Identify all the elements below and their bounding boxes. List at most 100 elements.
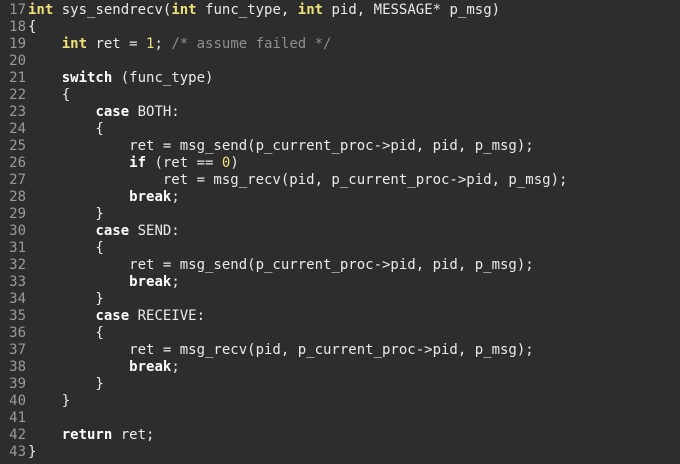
line-number: 25 (9, 138, 26, 154)
code-text: } (28, 376, 680, 393)
code-line[interactable]: 37 ret = msg_recv(pid, p_current_proc->p… (0, 342, 680, 359)
code-line[interactable]: 41 (0, 410, 680, 427)
code-token: SEND: (129, 223, 180, 239)
code-text: case SEND: (28, 223, 680, 240)
code-line[interactable]: 34 } (0, 291, 680, 308)
code-line[interactable]: 24 { (0, 121, 680, 138)
code-text: case BOTH: (28, 104, 680, 121)
code-line[interactable]: 38 break; (0, 359, 680, 376)
code-line[interactable]: 23 case BOTH: (0, 104, 680, 121)
line-number: 18 (9, 19, 26, 35)
code-token: ) (230, 155, 239, 171)
code-text: { (28, 19, 680, 36)
code-line[interactable]: 40 } (0, 393, 680, 410)
code-editor[interactable]: 17 int sys_sendrecv(int func_type, int pi… (0, 0, 680, 464)
control-keyword: if (129, 155, 147, 171)
code-text: } (28, 393, 680, 410)
code-line[interactable]: 36 { (0, 325, 680, 342)
code-text: { (28, 87, 680, 104)
code-line[interactable]: 26 if (ret == 0) (0, 155, 680, 172)
line-number: 27 (9, 172, 26, 188)
line-number: 32 (9, 257, 26, 273)
code-text: } (28, 291, 680, 308)
control-keyword: switch (61, 70, 113, 86)
line-number: 39 (9, 376, 26, 392)
code-token: { (28, 87, 71, 103)
code-line[interactable]: 19 int ret = 1; /* assume failed */ (0, 36, 680, 53)
code-token: ; (171, 359, 180, 375)
code-line[interactable]: 28 break; (0, 189, 680, 206)
code-line[interactable]: 42 return ret; (0, 427, 680, 444)
code-text: if (ret == 0) (28, 155, 680, 172)
code-line[interactable]: 17 int sys_sendrecv(int func_type, int pi… (0, 2, 680, 19)
code-token: RECEIVE: (129, 308, 206, 324)
code-token: } (28, 376, 104, 392)
code-line[interactable]: 20 (0, 53, 680, 70)
code-text: case RECEIVE: (28, 308, 680, 325)
code-token: ; (154, 36, 172, 52)
code-text: } (28, 444, 680, 461)
code-line[interactable]: 22 { (0, 87, 680, 104)
control-keyword: break (129, 359, 172, 375)
code-text: break; (28, 359, 680, 376)
code-token: } (28, 393, 71, 409)
line-number: 24 (9, 121, 26, 137)
control-keyword: break (129, 189, 172, 205)
code-text: switch (func_type) (28, 70, 680, 87)
line-number: 23 (9, 104, 26, 120)
code-token: (func_type) (112, 70, 214, 86)
code-token: BOTH: (129, 104, 180, 120)
code-text: int ret = 1; /* assume failed */ (28, 36, 680, 53)
code-token: ; (171, 274, 180, 290)
line-number: 41 (9, 410, 26, 426)
code-line[interactable]: 18{ (0, 19, 680, 36)
code-token: } (28, 444, 37, 460)
code-line[interactable]: 43} (0, 444, 680, 461)
line-number: 35 (9, 308, 26, 324)
line-number: 21 (9, 70, 26, 86)
code-line[interactable]: 27 ret = msg_recv(pid, p_current_proc->p… (0, 172, 680, 189)
code-text: break; (28, 189, 680, 206)
code-text: int sys_sendrecv(int func_type, int pid,… (28, 2, 680, 19)
code-token: func_type, (196, 2, 298, 18)
code-line[interactable]: 21 switch (func_type) (0, 70, 680, 87)
type-keyword: int (297, 2, 324, 18)
code-token: ; (171, 189, 180, 205)
code-text: ret = msg_recv(pid, p_current_proc->pid,… (28, 342, 680, 359)
code-line[interactable]: 29 } (0, 206, 680, 223)
code-line[interactable]: 33 break; (0, 274, 680, 291)
code-text: { (28, 240, 680, 257)
line-number: 20 (9, 53, 26, 69)
code-text: return ret; (28, 427, 680, 444)
code-token: } (28, 206, 104, 222)
line-number: 22 (9, 87, 26, 103)
code-token: ret = msg_send(p_current_proc->pid, pid,… (28, 138, 534, 154)
type-keyword: int (28, 2, 54, 18)
line-number: 19 (9, 36, 26, 52)
code-token: ret = (87, 36, 147, 52)
control-keyword: case (95, 223, 130, 239)
type-keyword: int (61, 36, 88, 52)
code-line[interactable]: 32 ret = msg_send(p_current_proc->pid, p… (0, 257, 680, 274)
code-token: { (28, 19, 37, 35)
code-line[interactable]: 30 case SEND: (0, 223, 680, 240)
code-line[interactable]: 31 { (0, 240, 680, 257)
code-line[interactable]: 25 ret = msg_send(p_current_proc->pid, p… (0, 138, 680, 155)
line-number: 40 (9, 393, 26, 409)
code-line[interactable]: 39 } (0, 376, 680, 393)
code-token: (ret == (146, 155, 222, 171)
line-number: 31 (9, 240, 26, 256)
control-keyword: case (95, 104, 130, 120)
code-line[interactable]: 35 case RECEIVE: (0, 308, 680, 325)
code-text: { (28, 325, 680, 342)
line-number: 34 (9, 291, 26, 307)
line-number: 42 (9, 427, 26, 443)
line-number: 38 (9, 359, 26, 375)
